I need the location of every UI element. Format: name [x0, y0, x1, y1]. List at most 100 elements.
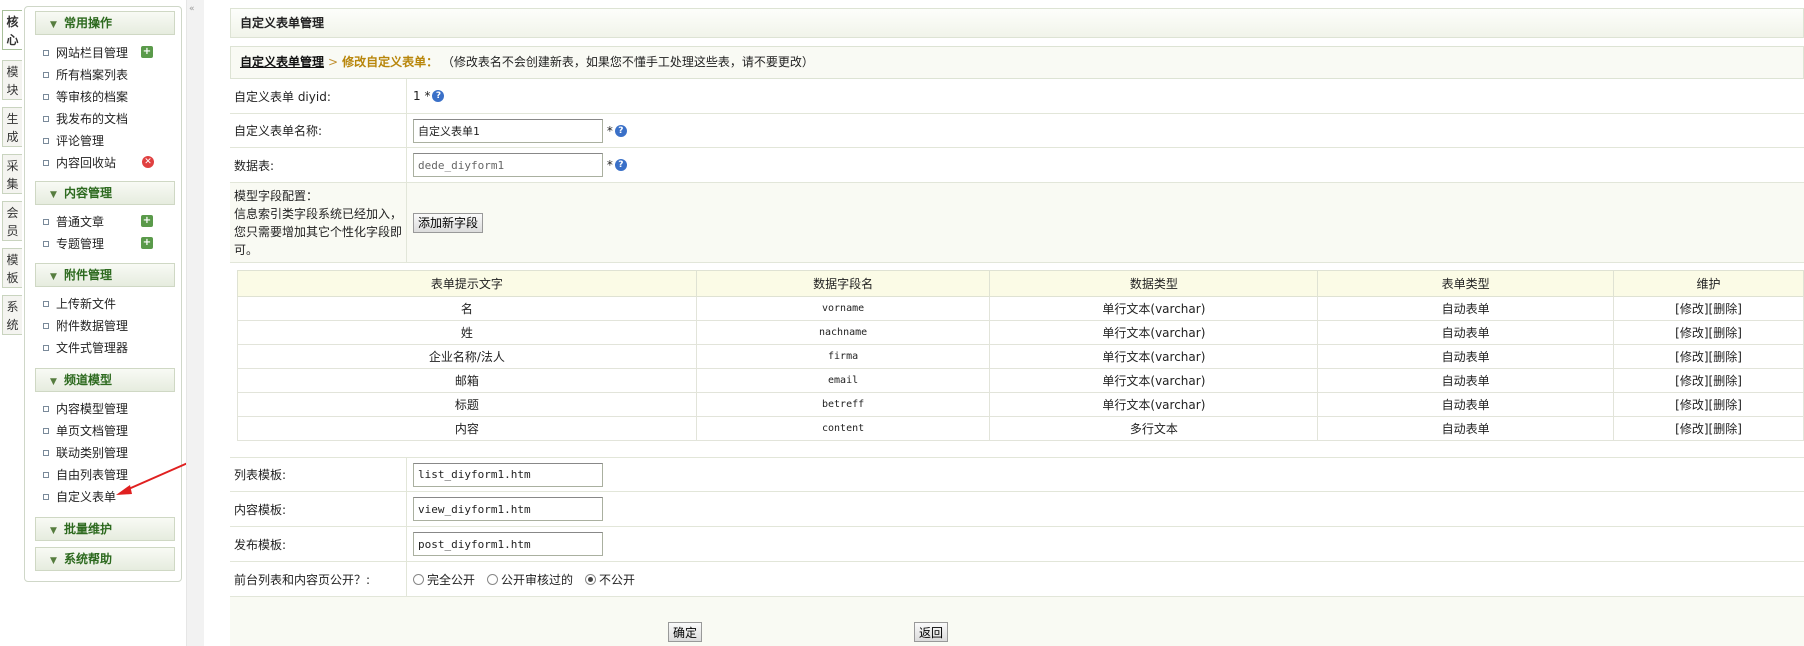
collapse-arrow-icon: ▼	[50, 272, 57, 282]
menu-item-my-documents[interactable]: 我发布的文档	[43, 110, 128, 128]
menu-group-help[interactable]: ▼ 系统帮助	[35, 547, 175, 571]
table-row: 企业名称/法人 firma 单行文本(varchar) 自动表单 [修改][删除]	[237, 344, 1804, 369]
menu-item-recycle-bin[interactable]: 内容回收站	[43, 154, 116, 172]
page-title: 自定义表单管理	[230, 8, 1804, 38]
ok-button[interactable]: 确定	[668, 622, 703, 642]
data-table-label: 数据表:	[230, 148, 407, 182]
radio-public-all[interactable]	[413, 573, 424, 585]
row-post-template: 发布模板:	[230, 527, 1804, 562]
row-form-name: 自定义表单名称: *?	[230, 114, 1804, 148]
data-table-input[interactable]	[413, 153, 603, 177]
vtab-system[interactable]: 系统	[2, 295, 22, 335]
collapse-arrow-icon: ▼	[50, 20, 57, 30]
menu-item-upload-file[interactable]: 上传新文件	[43, 295, 116, 313]
action-bar: 确定 返回	[230, 597, 1804, 646]
breadcrumb-link[interactable]: 自定义表单管理	[240, 55, 324, 69]
diyid-value: 1	[413, 89, 421, 103]
row-list-template: 列表模板:	[230, 457, 1804, 492]
menu-item-file-manager[interactable]: 文件式管理器	[43, 339, 128, 357]
fields-table: 表单提示文字 数据字段名 数据类型 表单类型 维护 名 vorname 单行文本(v…	[237, 270, 1804, 441]
radio-label[interactable]: 公开审核过的	[501, 571, 573, 588]
column-header: 数据字段名	[695, 270, 991, 297]
breadcrumb-separator: >	[328, 55, 339, 69]
required-mark: *	[424, 89, 431, 103]
vertical-tab-bar: 核心 模块 生成 采集 会员 模板 系统	[0, 0, 24, 646]
menu-item-custom-forms[interactable]: 自定义表单	[43, 488, 116, 506]
add-icon[interactable]: +	[141, 237, 153, 249]
view-template-label: 内容模板:	[230, 492, 407, 526]
row-view-template: 内容模板:	[230, 492, 1804, 527]
form-name-label: 自定义表单名称:	[230, 114, 407, 147]
menu-group-content[interactable]: ▼ 内容管理	[35, 181, 175, 205]
column-header: 数据类型	[989, 270, 1319, 297]
menu-item-topics[interactable]: 专题管理	[43, 235, 104, 253]
menu-item-single-pages[interactable]: 单页文档管理	[43, 422, 128, 440]
menu-item-content-models[interactable]: 内容模型管理	[43, 400, 128, 418]
collapse-arrow-icon: ▼	[50, 377, 57, 387]
radio-label[interactable]: 完全公开	[427, 571, 475, 588]
menu-item-all-archives[interactable]: 所有档案列表	[43, 66, 128, 84]
vtab-generate[interactable]: 生成	[2, 107, 22, 147]
table-row: 姓 nachname 单行文本(varchar) 自动表单 [修改][删除]	[237, 320, 1804, 345]
menu-group-batch[interactable]: ▼ 批量维护	[35, 517, 175, 541]
help-icon[interactable]: ?	[432, 90, 445, 102]
menu-group-attachments[interactable]: ▼ 附件管理	[35, 263, 175, 287]
table-row: 邮箱 email 单行文本(varchar) 自动表单 [修改][删除]	[237, 368, 1804, 393]
vtab-modules[interactable]: 模块	[2, 60, 22, 100]
vtab-core[interactable]: 核心	[2, 10, 22, 50]
collapse-arrow-icon: ▼	[50, 526, 57, 536]
menu-group-channel-models[interactable]: ▼ 频道模型	[35, 368, 175, 392]
back-button[interactable]: 返回	[914, 622, 949, 642]
breadcrumb-current: 修改自定义表单：	[342, 55, 439, 69]
radio-label[interactable]: 不公开	[599, 571, 635, 588]
table-header-row: 表单提示文字 数据字段名 数据类型 表单类型 维护	[237, 270, 1804, 297]
main-content: 自定义表单管理 自定义表单管理 > 修改自定义表单： （修改表名不会创建新表，如果您…	[229, 8, 1804, 646]
model-fields-label: 模型字段配置： 信息索引类字段系统已经加入， 您只需要增加其它个性化字段即 可。	[230, 183, 407, 262]
add-icon[interactable]: +	[141, 46, 153, 58]
menu-item-pending-archives[interactable]: 等审核的档案	[43, 88, 128, 106]
view-template-input[interactable]	[413, 497, 603, 521]
delete-icon[interactable]: ✕	[142, 156, 154, 168]
row-public: 前台列表和内容页公开？: 完全公开 公开审核过的 不公开	[230, 562, 1804, 597]
menu-item-articles[interactable]: 普通文章	[43, 213, 104, 231]
vtab-members[interactable]: 会员	[2, 201, 22, 241]
row-actions[interactable]: [修改][删除]	[1613, 320, 1804, 345]
row-actions[interactable]: [修改][删除]	[1613, 392, 1804, 417]
vtab-templates[interactable]: 模板	[2, 248, 22, 288]
help-icon[interactable]: ?	[614, 159, 627, 171]
help-icon[interactable]: ?	[614, 124, 627, 137]
table-row: 标题 betreff 单行文本(varchar) 自动表单 [修改][删除]	[237, 392, 1804, 417]
public-label: 前台列表和内容页公开？:	[230, 562, 407, 596]
collapse-left-icon: «	[189, 4, 195, 14]
row-actions[interactable]: [修改][删除]	[1613, 368, 1804, 393]
menu-item-comments[interactable]: 评论管理	[43, 132, 104, 150]
breadcrumb-note: （修改表名不会创建新表，如果您不懂手工处理这些表，请不要更改）	[441, 55, 814, 69]
column-header: 表单提示文字	[237, 270, 697, 297]
list-template-label: 列表模板:	[230, 458, 407, 491]
menu-group-common[interactable]: ▼ 常用操作	[35, 11, 175, 35]
post-template-input[interactable]	[413, 532, 603, 556]
row-model-fields: 模型字段配置： 信息索引类字段系统已经加入， 您只需要增加其它个性化字段即 可。 添加…	[230, 183, 1804, 263]
column-header: 表单类型	[1317, 270, 1615, 297]
required-mark: *	[606, 158, 613, 172]
menu-splitter[interactable]: «	[186, 0, 204, 646]
menu-item-attachment-data[interactable]: 附件数据管理	[43, 317, 128, 335]
row-actions[interactable]: [修改][删除]	[1613, 344, 1804, 369]
annotation-arrow-icon	[116, 461, 191, 495]
breadcrumb: 自定义表单管理 > 修改自定义表单： （修改表名不会创建新表，如果您不懂手工处理这些…	[230, 46, 1804, 79]
collapse-arrow-icon: ▼	[50, 556, 57, 566]
radio-public-approved[interactable]	[487, 573, 499, 585]
form-name-input[interactable]	[413, 118, 603, 143]
table-row: 内容 content 多行文本 自动表单 [修改][删除]	[237, 416, 1804, 441]
row-data-table: 数据表: *?	[230, 148, 1804, 183]
row-actions[interactable]: [修改][删除]	[1613, 416, 1804, 441]
menu-item-column-manage[interactable]: 网站栏目管理	[43, 44, 128, 62]
add-icon[interactable]: +	[141, 215, 153, 227]
vtab-collect[interactable]: 采集	[2, 154, 22, 194]
collapse-arrow-icon: ▼	[50, 190, 57, 200]
add-field-button[interactable]: 添加新字段	[413, 212, 484, 233]
row-actions[interactable]: [修改][删除]	[1613, 296, 1804, 321]
list-template-input[interactable]	[413, 462, 603, 487]
post-template-label: 发布模板:	[230, 527, 407, 561]
radio-not-public[interactable]	[585, 573, 597, 585]
